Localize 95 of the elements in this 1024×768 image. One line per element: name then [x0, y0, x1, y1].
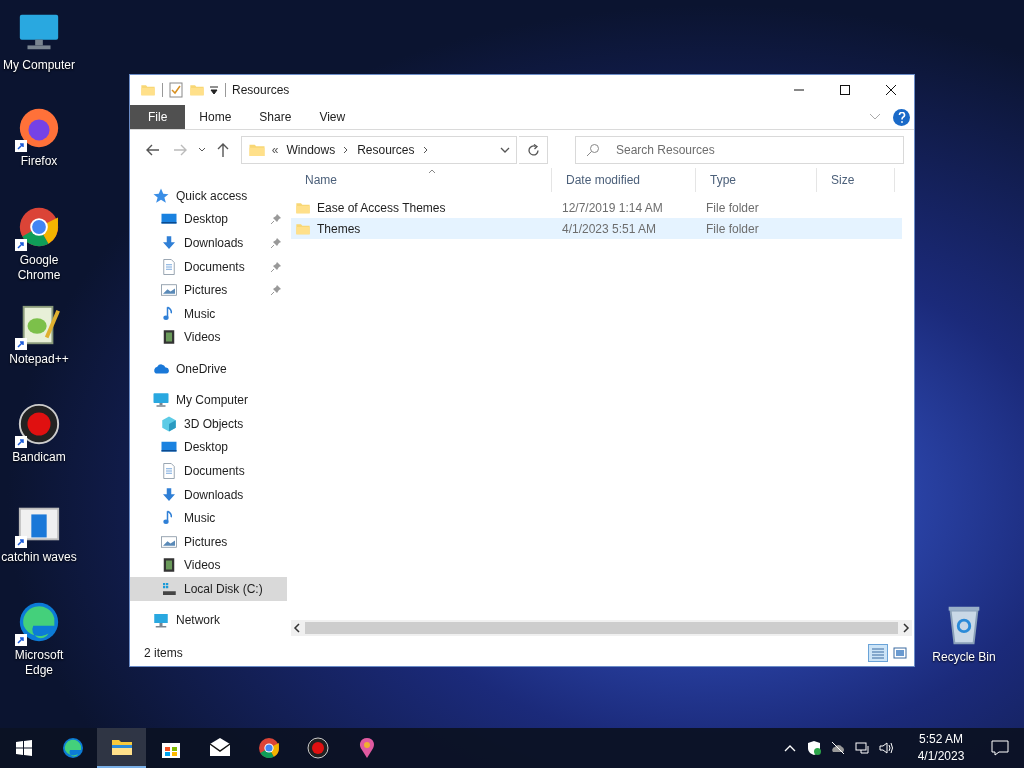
scroll-left-icon[interactable] [291, 622, 303, 634]
forward-arrow-icon [171, 142, 188, 158]
ribbon-tab[interactable]: Home [185, 105, 246, 129]
cube-icon [160, 414, 178, 433]
maximize-icon [839, 84, 851, 96]
ribbon-tab[interactable]: Share [245, 105, 306, 129]
breadcrumb-link[interactable]: Windows [286, 141, 336, 159]
search-field[interactable]: Search Resources [575, 136, 904, 164]
nav-item[interactable]: Local Disk (C:) [130, 577, 287, 601]
nav-item[interactable]: OneDrive [130, 357, 287, 381]
edge-logo-icon [60, 736, 85, 760]
windows-logo-icon [16, 740, 32, 756]
nav-item[interactable]: Network [130, 608, 287, 633]
nav-item[interactable]: Music [130, 301, 287, 326]
nav-item[interactable]: Desktop [130, 435, 287, 460]
desktop-icon-label[interactable]: Bandicam [12, 450, 66, 465]
folder-icon [140, 82, 156, 98]
nav-item[interactable]: Downloads [130, 231, 287, 255]
back-arrow-icon [144, 142, 161, 158]
details-list-icon [871, 647, 885, 659]
large-icons-view-button[interactable] [890, 644, 910, 662]
nav-item[interactable]: Pictures [130, 530, 287, 554]
nav-item[interactable]: Documents [130, 254, 287, 279]
pin-icon[interactable] [271, 214, 281, 225]
nav-item[interactable]: My Computer [130, 388, 287, 413]
pin-icon[interactable] [271, 285, 281, 296]
nav-item[interactable]: 3D Objects [130, 412, 287, 436]
desktop-icon-label[interactable]: Microsoft Edge [0, 648, 78, 678]
clock-button[interactable]: 5:52 AM 4/1/2023 [906, 728, 976, 768]
file-row[interactable]: Ease of Access Themes 12/7/2019 1:14 AM File folder [291, 197, 902, 218]
network-icon[interactable] [854, 740, 870, 756]
desktop-icon-label[interactable]: Google Chrome [0, 253, 78, 283]
date-cell-text: 4/1/2023 5:51 AM [561, 220, 658, 238]
nav-item[interactable]: Videos [130, 553, 287, 578]
file-name: Ease of Access Themes [317, 199, 446, 217]
chevron-right-icon[interactable] [422, 146, 429, 154]
desktop-icon-label[interactable]: My Computer [3, 58, 75, 73]
address-dropdown-icon[interactable] [500, 147, 510, 153]
column-header[interactable]: Type [696, 168, 817, 192]
desktop-icon-label[interactable]: Firefox [20, 154, 58, 169]
type-cell-text: File folder [705, 220, 760, 238]
help-button[interactable] [893, 108, 910, 126]
chevron-down-icon [197, 147, 206, 153]
record-icon [305, 736, 330, 760]
pin-icon[interactable] [271, 261, 281, 272]
disk-icon [160, 580, 178, 598]
column-header[interactable]: Size [817, 168, 895, 192]
record-icon [16, 401, 62, 447]
column-header[interactable]: Name [291, 168, 552, 192]
security-shield-icon[interactable] [806, 740, 822, 756]
monitor-icon [152, 391, 170, 410]
sort-caret-icon [428, 169, 436, 174]
nav-item[interactable]: Desktop [130, 207, 287, 232]
cloud-offline-icon[interactable] [830, 740, 846, 756]
refresh-button[interactable] [519, 136, 548, 164]
question-mark-icon [897, 111, 906, 123]
document-icon [160, 462, 178, 481]
file-name: Themes [317, 220, 361, 238]
search-icon [586, 143, 600, 157]
file-row[interactable]: Themes 4/1/2023 5:51 AM File folder [291, 218, 902, 239]
window-title: Resources [232, 82, 290, 99]
status-text: 2 items [144, 645, 183, 662]
overflow-chevrons[interactable]: « [271, 141, 279, 159]
address-bar[interactable]: « Windows Resources [240, 136, 517, 164]
horizontal-scrollbar[interactable] [291, 620, 912, 636]
desktop-icon-label[interactable]: Recycle Bin [932, 650, 996, 665]
chrome-logo-icon [256, 736, 281, 760]
chevron-right-icon[interactable] [343, 146, 350, 154]
close-icon [885, 84, 897, 96]
dropdown-caret-icon[interactable] [209, 85, 219, 95]
nav-item[interactable]: Pictures [130, 278, 287, 302]
desktop-icon-label[interactable]: Notepad++ [9, 352, 69, 367]
pin-icon[interactable] [271, 238, 281, 248]
date-cell-text: 12/7/2019 1:14 AM [561, 199, 664, 217]
network-icon [152, 611, 170, 630]
nav-item[interactable]: Videos [130, 325, 287, 350]
nav-item[interactable]: Quick access [130, 184, 287, 208]
ribbon-tab[interactable]: View [305, 105, 360, 129]
nav-item[interactable]: Music [130, 506, 287, 531]
nav-item[interactable]: Downloads [130, 482, 287, 507]
desktop-icon-label[interactable]: catchin waves [1, 550, 77, 565]
document-icon [160, 257, 178, 276]
refresh-icon [526, 143, 540, 157]
file-explorer-taskbar-button[interactable] [97, 728, 146, 768]
properties-check-icon[interactable] [169, 82, 183, 98]
breadcrumb-link[interactable]: Resources [357, 141, 415, 159]
ribbon-tab[interactable]: File [130, 105, 186, 129]
speech-bubble-icon [991, 740, 1009, 756]
column-header[interactable]: Date modified [552, 168, 696, 192]
type-cell-text: File folder [705, 199, 760, 217]
thumbnail-icon [893, 647, 907, 659]
nav-item[interactable]: Documents [130, 459, 287, 483]
speaker-icon[interactable] [878, 740, 894, 756]
scroll-right-icon[interactable] [900, 622, 912, 634]
up-arrow-icon [216, 142, 231, 158]
